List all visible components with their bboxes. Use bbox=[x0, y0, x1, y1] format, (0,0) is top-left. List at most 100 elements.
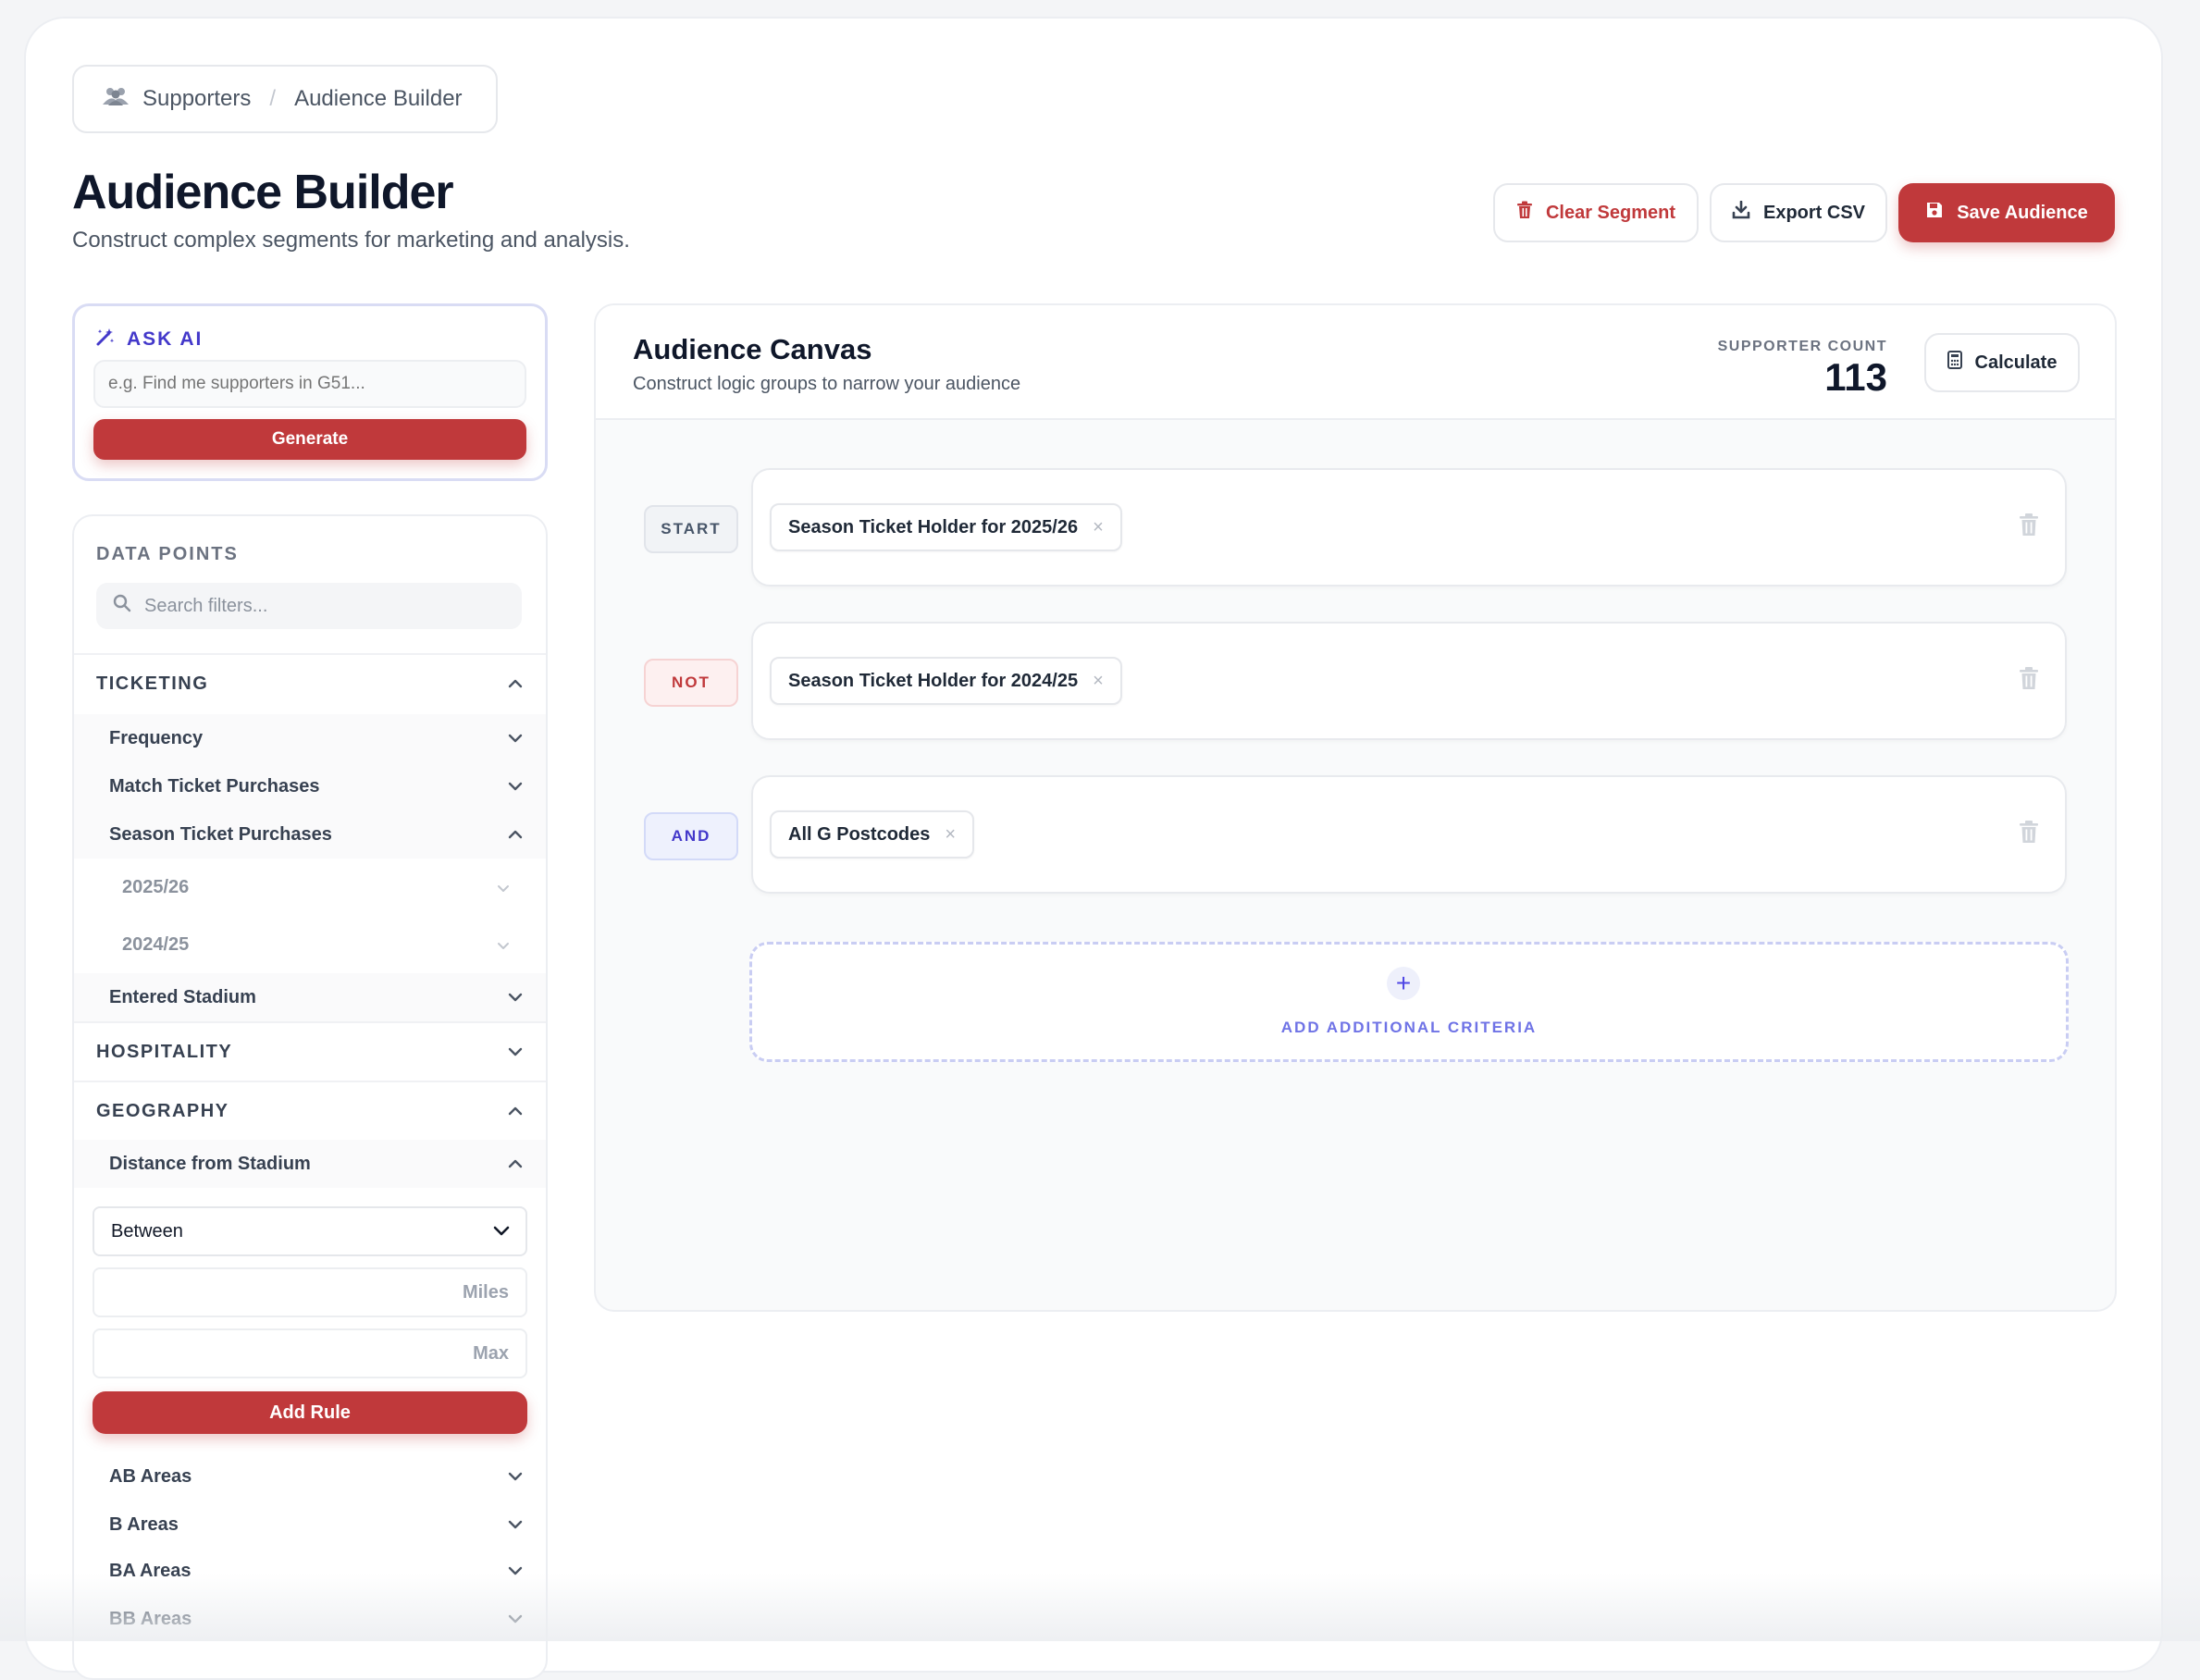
criteria-chip[interactable]: Season Ticket Holder for 2024/25 × bbox=[770, 657, 1122, 705]
add-criteria-dropzone[interactable]: + ADD ADDITIONAL CRITERIA bbox=[749, 942, 2069, 1062]
operator-badge-start[interactable]: START bbox=[644, 505, 738, 553]
trash-icon[interactable] bbox=[2019, 513, 2039, 541]
chevron-up-icon bbox=[507, 824, 524, 846]
filter-match-ticket-purchases[interactable]: Match Ticket Purchases bbox=[74, 762, 546, 810]
close-icon[interactable]: × bbox=[1093, 517, 1104, 538]
filter-season-2024-25-label: 2024/25 bbox=[122, 933, 190, 955]
breadcrumb-separator: / bbox=[269, 86, 277, 111]
distance-miles-placeholder: Miles bbox=[462, 1281, 509, 1303]
clear-segment-label: Clear Segment bbox=[1545, 202, 1676, 223]
filter-entered-stadium-label: Entered Stadium bbox=[109, 986, 256, 1007]
chevron-down-icon bbox=[507, 987, 524, 1008]
ask-ai-panel: ASK AI Generate bbox=[72, 303, 548, 481]
chevron-down-icon bbox=[496, 877, 511, 898]
users-icon bbox=[102, 86, 130, 113]
save-audience-button[interactable]: Save Audience bbox=[1898, 183, 2115, 242]
page-title: Audience Builder bbox=[72, 166, 454, 219]
section-hospitality[interactable]: HOSPITALITY bbox=[74, 1021, 546, 1081]
filter-season-2024-25[interactable]: 2024/25 bbox=[74, 916, 546, 973]
clear-segment-button[interactable]: Clear Segment bbox=[1493, 183, 1699, 242]
chevron-down-icon bbox=[507, 1609, 524, 1630]
filter-b-areas-label: B Areas bbox=[109, 1513, 179, 1535]
filter-season-2025-26[interactable]: 2025/26 bbox=[74, 859, 546, 916]
save-audience-label: Save Audience bbox=[1957, 202, 2088, 223]
section-ticketing[interactable]: TICKETING bbox=[74, 653, 546, 712]
export-csv-button[interactable]: Export CSV bbox=[1710, 183, 1887, 242]
filter-ab-areas-label: AB Areas bbox=[109, 1465, 192, 1487]
filter-search-input[interactable]: Search filters... bbox=[96, 583, 522, 629]
plus-icon: + bbox=[1387, 967, 1420, 1000]
canvas-title: Audience Canvas bbox=[633, 333, 872, 365]
filter-distance-from-stadium[interactable]: Distance from Stadium bbox=[74, 1140, 546, 1188]
generate-button[interactable]: Generate bbox=[93, 419, 526, 460]
chevron-up-icon bbox=[507, 1101, 524, 1122]
section-geography[interactable]: GEOGRAPHY bbox=[74, 1081, 546, 1140]
operator-badge-not[interactable]: NOT bbox=[644, 659, 738, 707]
search-icon bbox=[113, 594, 131, 618]
chevron-up-icon bbox=[507, 673, 524, 695]
audience-canvas: Audience Canvas Construct logic groups t… bbox=[594, 303, 2117, 1312]
filter-distance-label: Distance from Stadium bbox=[109, 1153, 311, 1174]
distance-operator-select[interactable]: Between bbox=[93, 1206, 527, 1256]
data-points-title: DATA POINTS bbox=[96, 544, 239, 564]
criteria-chip-label: Season Ticket Holder for 2024/25 bbox=[788, 670, 1079, 691]
section-ticketing-label: TICKETING bbox=[96, 673, 209, 694]
chevron-down-icon bbox=[507, 728, 524, 749]
filter-ba-areas[interactable]: BA Areas bbox=[74, 1547, 546, 1595]
ask-ai-label: ASK AI bbox=[127, 328, 204, 350]
filter-bb-areas-label: BB Areas bbox=[109, 1608, 192, 1629]
data-points-panel: DATA POINTS Search filters... TICKETING … bbox=[72, 514, 548, 1680]
chevron-down-icon bbox=[507, 1514, 524, 1536]
filter-match-ticket-label: Match Ticket Purchases bbox=[109, 775, 320, 797]
export-csv-label: Export CSV bbox=[1762, 202, 1866, 223]
add-rule-button[interactable]: Add Rule bbox=[93, 1391, 527, 1434]
chevron-down-icon bbox=[507, 1561, 524, 1582]
filter-b-areas[interactable]: B Areas bbox=[74, 1501, 546, 1549]
filter-frequency-label: Frequency bbox=[109, 727, 204, 748]
breadcrumb-current: Audience Builder bbox=[294, 86, 463, 111]
ask-ai-input[interactable] bbox=[93, 360, 526, 408]
save-icon bbox=[1925, 201, 1944, 225]
section-hospitality-label: HOSPITALITY bbox=[96, 1041, 233, 1062]
trash-icon bbox=[1516, 201, 1533, 225]
close-icon[interactable]: × bbox=[1093, 671, 1104, 692]
distance-max-placeholder: Max bbox=[473, 1342, 509, 1364]
section-geography-label: GEOGRAPHY bbox=[96, 1100, 229, 1121]
canvas-subtitle: Construct logic groups to narrow your au… bbox=[633, 374, 1021, 394]
criteria-chip-label: Season Ticket Holder for 2025/26 bbox=[788, 516, 1079, 537]
filter-ba-areas-label: BA Areas bbox=[109, 1560, 192, 1581]
filter-season-2025-26-label: 2025/26 bbox=[122, 876, 190, 897]
operator-badge-and[interactable]: AND bbox=[644, 812, 738, 860]
ask-ai-header: ASK AI bbox=[95, 327, 203, 352]
magic-wand-icon bbox=[95, 327, 116, 352]
trash-icon[interactable] bbox=[2019, 820, 2039, 848]
chevron-up-icon bbox=[507, 1154, 524, 1175]
distance-miles-input[interactable]: Miles bbox=[93, 1267, 527, 1317]
page-subtitle: Construct complex segments for marketing… bbox=[72, 228, 630, 253]
distance-max-input[interactable]: Max bbox=[93, 1328, 527, 1378]
filter-bb-areas[interactable]: BB Areas bbox=[74, 1595, 546, 1643]
filter-frequency[interactable]: Frequency bbox=[74, 714, 546, 762]
filter-search-placeholder: Search filters... bbox=[144, 595, 268, 616]
calculate-button[interactable]: Calculate bbox=[1924, 333, 2080, 392]
criteria-chip[interactable]: All G Postcodes × bbox=[770, 810, 975, 859]
calculate-label: Calculate bbox=[1974, 352, 2058, 373]
rule-group: Season Ticket Holder for 2024/25 × bbox=[751, 622, 2067, 740]
breadcrumb: Supporters / Audience Builder bbox=[72, 65, 498, 133]
distance-operator-value: Between bbox=[111, 1220, 183, 1241]
filter-ab-areas[interactable]: AB Areas bbox=[74, 1452, 546, 1501]
download-icon bbox=[1732, 200, 1750, 225]
trash-icon[interactable] bbox=[2019, 666, 2039, 695]
filter-entered-stadium[interactable]: Entered Stadium bbox=[74, 973, 546, 1021]
canvas-header: Audience Canvas Construct logic groups t… bbox=[596, 305, 2115, 420]
rule-group: Season Ticket Holder for 2025/26 × bbox=[751, 468, 2067, 587]
add-criteria-label: ADD ADDITIONAL CRITERIA bbox=[1280, 1019, 1538, 1036]
criteria-chip-label: All G Postcodes bbox=[788, 823, 931, 845]
supporter-count-label: SUPPORTER COUNT bbox=[1717, 339, 1887, 354]
filter-season-ticket-purchases[interactable]: Season Ticket Purchases bbox=[74, 810, 546, 859]
rule-group: All G Postcodes × bbox=[751, 775, 2067, 894]
criteria-chip[interactable]: Season Ticket Holder for 2025/26 × bbox=[770, 503, 1122, 551]
chevron-down-icon bbox=[492, 1221, 511, 1242]
breadcrumb-root-link[interactable]: Supporters bbox=[142, 86, 251, 112]
close-icon[interactable]: × bbox=[945, 824, 956, 846]
